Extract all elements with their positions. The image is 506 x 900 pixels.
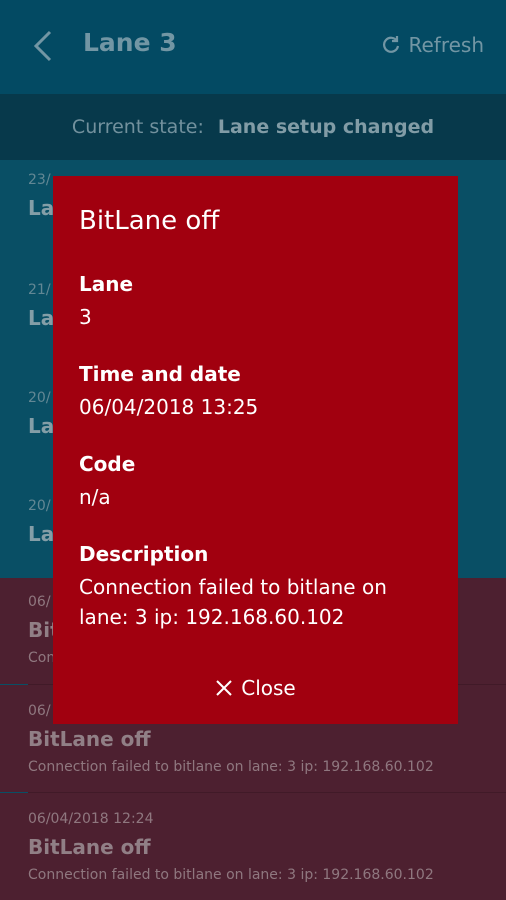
dialog-title: BitLane off <box>79 206 220 236</box>
close-label: Close <box>241 676 296 700</box>
lane-label: Lane <box>79 272 134 296</box>
lane-value: 3 <box>79 305 92 329</box>
description-label: Description <box>79 542 209 566</box>
code-label: Code <box>79 452 136 476</box>
code-value: n/a <box>79 485 111 509</box>
event-detail-dialog: BitLane off Lane 3 Time and date 06/04/2… <box>53 176 458 724</box>
close-button[interactable]: Close <box>53 676 458 700</box>
description-value: Connection failed to bitlane on lane: 3 … <box>79 575 387 629</box>
time-label: Time and date <box>79 362 241 386</box>
time-value: 06/04/2018 13:25 <box>79 395 259 419</box>
close-icon <box>216 680 232 696</box>
